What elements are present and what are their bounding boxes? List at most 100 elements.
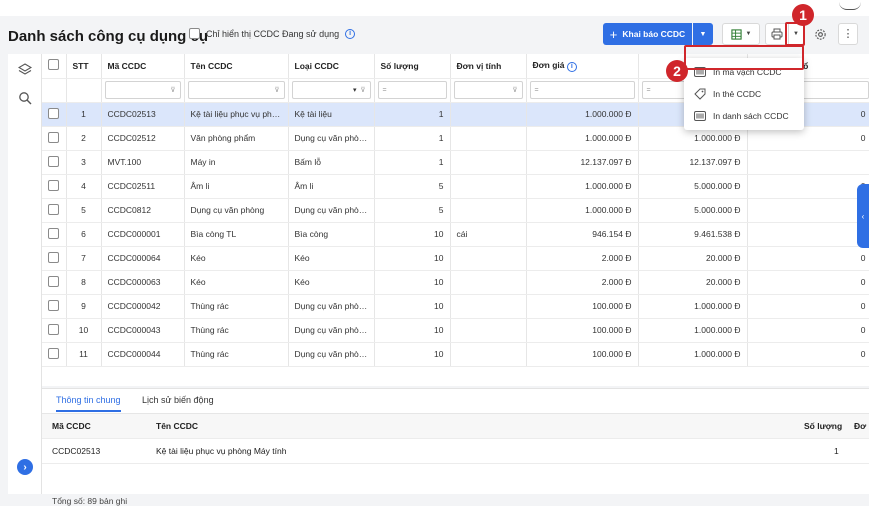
row-checkbox[interactable] <box>48 299 60 311</box>
tab-general-info[interactable]: Thông tin chung <box>56 395 121 412</box>
row-select-cell[interactable] <box>42 294 67 319</box>
table-row[interactable]: 5 CCDC0812 Dụng cụ văn phòng Dụng cụ văn ph… <box>42 198 869 223</box>
table-row[interactable]: 11 CCDC000044 Thùng rác Dụng cụ văn phòn...… <box>42 342 869 367</box>
row-checkbox[interactable] <box>48 179 60 191</box>
col-header-name[interactable]: Tên CCDC <box>184 54 289 79</box>
col-header-unit[interactable]: Đơn vị tính <box>450 54 527 79</box>
cell-qty: 1 <box>374 102 451 127</box>
table-row[interactable]: 6 CCDC000001 Bìa còng TL Bìa còng 10 cái 946.1… <box>42 222 869 247</box>
row-select-cell[interactable] <box>42 270 67 295</box>
table-row[interactable]: 7 CCDC000064 Kéo Kéo 10 2.000 Đ 20.000 Đ0 <box>42 246 869 271</box>
gear-icon <box>814 28 826 40</box>
tab-change-history[interactable]: Lịch sử biến động <box>142 395 214 405</box>
print-menu-item-card[interactable]: In thẻ CCDC <box>684 83 804 105</box>
filter-code[interactable]: ⊽ <box>101 78 185 103</box>
search-icon[interactable] <box>17 90 33 106</box>
cell-type: Dụng cụ văn phòn... <box>288 198 375 223</box>
filter-unit[interactable]: ⊽ <box>450 78 527 103</box>
select-all-cell[interactable] <box>42 54 67 79</box>
export-excel-button[interactable]: ▼ <box>722 23 760 45</box>
row-checkbox[interactable] <box>48 347 60 359</box>
col-header-price[interactable]: Đơn giá i <box>526 54 639 79</box>
table-row[interactable]: 8 CCDC000063 Kéo Kéo 10 2.000 Đ 20.000 Đ0 <box>42 270 869 295</box>
col-header-type[interactable]: Loại CCDC <box>288 54 375 79</box>
equals-operator[interactable]: = <box>535 87 539 94</box>
info-icon[interactable]: i <box>345 28 356 39</box>
cell-total: 1.000.000 Đ <box>638 342 748 367</box>
row-select-cell[interactable] <box>42 246 67 271</box>
filter-type[interactable]: ▾ ⊽ <box>288 78 375 103</box>
cell-unit <box>450 294 527 319</box>
row-checkbox[interactable] <box>48 323 60 335</box>
chevron-down-icon[interactable]: ▾ <box>353 87 357 94</box>
row-checkbox[interactable] <box>48 203 60 215</box>
table-row[interactable]: 4 CCDC02511 Âm li Âm li 5 1.000.000 Đ 5.000.00… <box>42 174 869 199</box>
cell-price: 100.000 Đ <box>526 294 639 319</box>
cell-name: Máy in <box>184 150 289 175</box>
detail-col-code: Mã CCDC <box>52 421 91 431</box>
cell-price: 946.154 Đ <box>526 222 639 247</box>
page-title: Danh sách công cụ dụng cụ <box>8 28 209 45</box>
col-header-qty[interactable]: Số lượng <box>374 54 451 79</box>
print-menu-item-list[interactable]: In danh sách CCDC <box>684 105 804 127</box>
declare-ccdc-dropdown-button[interactable]: ▼ <box>693 23 713 45</box>
cell-unit <box>450 150 527 175</box>
row-checkbox[interactable] <box>48 275 60 287</box>
table-row[interactable]: 9 CCDC000042 Thùng rác Dụng cụ văn phòn... 1… <box>42 294 869 319</box>
filter-icon[interactable]: ⊽ <box>170 86 175 94</box>
row-select-cell[interactable] <box>42 342 67 367</box>
row-checkbox[interactable] <box>48 227 60 239</box>
cell-name: Văn phòng phẩm <box>184 126 289 151</box>
equals-operator[interactable]: = <box>647 87 651 94</box>
select-all-checkbox[interactable] <box>48 59 59 71</box>
row-select-cell[interactable] <box>42 102 67 127</box>
cell-stt: 1 <box>66 102 102 127</box>
cell-unit: cái <box>450 222 527 247</box>
info-icon[interactable]: i <box>566 61 577 72</box>
row-checkbox[interactable] <box>48 251 60 263</box>
cell-ratio: 4 <box>747 222 869 247</box>
filter-icon[interactable]: ⊽ <box>274 86 279 94</box>
row-select-cell[interactable] <box>42 198 67 223</box>
more-options-button[interactable]: ⋮ <box>838 23 858 45</box>
col-header-stt[interactable]: STT <box>66 54 102 79</box>
print-menu-item-label: In danh sách CCDC <box>713 111 789 121</box>
row-checkbox[interactable] <box>48 107 60 119</box>
expand-sidebar-button[interactable]: › <box>17 459 33 475</box>
settings-button[interactable] <box>809 23 831 45</box>
filter-icon[interactable]: ⊽ <box>512 86 517 94</box>
detail-row[interactable]: CCDC02513 Kệ tài liệu phục vụ phòng Máy … <box>42 439 869 464</box>
top-strip <box>0 0 869 16</box>
row-select-cell[interactable] <box>42 222 67 247</box>
cell-name: Dụng cụ văn phòng <box>184 198 289 223</box>
table-row[interactable]: 10 CCDC000043 Thùng rác Dụng cụ văn phòn...… <box>42 318 869 343</box>
show-in-use-toggle[interactable]: Chỉ hiển thị CCDC Đang sử dụng i <box>189 28 356 39</box>
cell-price: 1.000.000 Đ <box>526 102 639 127</box>
filter-name[interactable]: ⊽ <box>184 78 289 103</box>
layers-icon[interactable] <box>17 62 33 78</box>
filter-qty[interactable]: = <box>374 78 451 103</box>
cell-qty: 10 <box>374 342 451 367</box>
filter-price[interactable]: = <box>526 78 639 103</box>
filter-icon[interactable]: ⊽ <box>360 87 365 94</box>
record-count: Tổng số: 89 bản ghi <box>52 496 128 506</box>
table-row[interactable]: 3 MVT.100 Máy in Bấm lỗ 1 12.137.097 Đ 12.137.… <box>42 150 869 175</box>
equals-operator[interactable]: = <box>383 87 387 94</box>
row-select-cell[interactable] <box>42 174 67 199</box>
declare-ccdc-button[interactable]: + Khai báo CCDC <box>603 23 692 45</box>
row-select-cell[interactable] <box>42 318 67 343</box>
row-select-cell[interactable] <box>42 126 67 151</box>
show-in-use-checkbox[interactable] <box>189 28 200 39</box>
detail-cell-code: CCDC02513 <box>52 446 101 456</box>
detail-panel: Thông tin chung Lịch sử biến động Mã CCD… <box>42 388 869 494</box>
row-checkbox[interactable] <box>48 131 60 143</box>
cell-code: CCDC02511 <box>101 174 185 199</box>
cell-name: Thùng rác <box>184 342 289 367</box>
detail-col-more: Đơ <box>854 421 867 431</box>
row-checkbox[interactable] <box>48 155 60 167</box>
side-panel-handle[interactable]: ‹ <box>857 184 869 248</box>
cell-type: Kéo <box>288 270 375 295</box>
col-header-code[interactable]: Mã CCDC <box>101 54 185 79</box>
row-select-cell[interactable] <box>42 150 67 175</box>
cell-code: CCDC000044 <box>101 342 185 367</box>
